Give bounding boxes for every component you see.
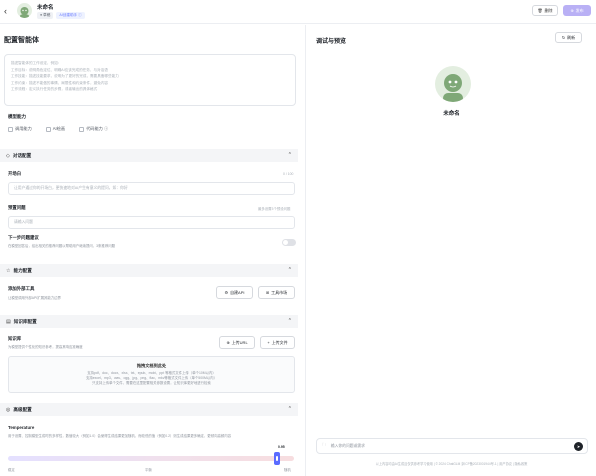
book-icon: ▤ (6, 318, 11, 325)
opening-label: 开场白 (8, 171, 22, 176)
prompt-placeholder-line: 工作流程：定义执行任务的步骤，或者输出的具体格式 (11, 87, 98, 91)
kb-desc: 为模型提供个性化的知识参考，提高其响应准确度 (8, 345, 83, 349)
chevron-up-icon[interactable]: ⌃ (288, 406, 292, 412)
preview-title: 调试与预览 (316, 39, 347, 45)
section-advanced[interactable]: ◎ 高级配置 ⌃ (0, 403, 298, 416)
dropzone-title: 拖拽文档到此处 (136, 363, 167, 368)
link-icon: ⊕ (226, 340, 230, 345)
next-question-label: 下一步问题建议 (8, 235, 39, 240)
app-name[interactable]: 未命名 (37, 3, 54, 11)
chat-input[interactable]: 🗀 输入你的问题或需求 ➤ (316, 438, 588, 454)
preset-hint: 最多设置3个预设问题 (258, 207, 291, 211)
section-title: 对话配置 (12, 152, 32, 158)
publish-label: 发布 (575, 7, 584, 13)
config-title: 配置智能体 (4, 37, 39, 44)
tool-desc: 让模型调用外部API扩展其能力边界 (8, 296, 61, 300)
bot-avatar-icon (20, 7, 29, 18)
scale-balanced: 平衡 (145, 468, 152, 472)
checkbox-icon[interactable] (8, 126, 13, 132)
chevron-up-icon[interactable]: ⌃ (288, 267, 292, 273)
publish-button[interactable]: ⊕ 发布 (563, 5, 591, 16)
opening-input[interactable]: 让用户通过你的开场白，更快速地对AI产生有意义的提问，如：你好 (8, 182, 295, 195)
draft-badge: ● 草稿 (37, 12, 54, 19)
refresh-button[interactable]: ↻ 刷新 (555, 32, 582, 43)
button-label: 自建API (230, 289, 245, 295)
capability-label: 模型能力 (8, 114, 26, 119)
section-knowledge[interactable]: ▤ 知识库配置 ⌃ (0, 315, 298, 328)
upload-url-button[interactable]: ⊕ 上传URL (219, 336, 255, 349)
preview-panel: 调试与预览 ↻ 刷新 未命名 🗀 输入你的问题或需求 ➤ 以上内容均由AI生成且… (307, 25, 596, 476)
tool-market-button[interactable]: ⊞ 工具市场 (258, 286, 295, 299)
capability-checkbox[interactable]: 调用能力 (8, 126, 32, 132)
grid-icon: ⊞ (265, 290, 270, 295)
refresh-icon: ↻ (561, 35, 566, 40)
section-title: 高级配置 (13, 406, 32, 412)
ai-assistant-badge[interactable]: AI创建助手 ⓘ (56, 12, 85, 19)
capability-checkbox[interactable]: 代码能力 ⓘ (79, 126, 108, 132)
plus-icon: + (267, 340, 270, 345)
scale-stable: 稳定 (8, 468, 15, 472)
kb-label: 知识库 (8, 336, 22, 341)
chevron-up-icon[interactable]: ⌃ (288, 318, 292, 324)
settings-icon: ◎ (6, 406, 11, 413)
temperature-value: 0.95 (278, 445, 285, 449)
chat-placeholder: 输入你的问题或需求 (330, 443, 365, 448)
dropzone-hint: 只支持上传单个文件，需要在这里配置相关参数设置，让知识库更好地进行检索 (92, 381, 211, 385)
opening-placeholder: 让用户通过你的开场白，更快速地对AI产生有意义的提问，如：你好 (14, 186, 128, 190)
section-dialog[interactable]: ◇ 对话配置 ⌃ (0, 149, 298, 162)
publish-icon: ⊕ (570, 8, 574, 13)
temperature-label: Temperature (8, 425, 35, 430)
capability-name: 调用能力 (15, 126, 32, 131)
bot-name: 未命名 (443, 111, 460, 117)
scale-random: 随机 (284, 468, 291, 472)
config-panel: 配置智能体 描述智能体的工作设定，例如： 工作目标：说明角色定位、明确AI应该完… (0, 25, 306, 476)
capability-name: 代码能力 ⓘ (86, 126, 109, 131)
opening-count: 0 / 100 (283, 172, 294, 176)
checkbox-icon[interactable] (45, 126, 51, 132)
upload-file-button[interactable]: + 上传文件 (260, 336, 295, 349)
checkbox-icon[interactable] (79, 126, 85, 132)
slider-handle[interactable] (274, 452, 280, 465)
preset-placeholder: 请输入问题 (14, 220, 33, 224)
chevron-up-icon[interactable]: ⌃ (288, 152, 292, 158)
button-label: 上传文件 (271, 339, 288, 345)
section-skills[interactable]: ☆ 能力配置 ⌃ (0, 264, 298, 277)
delete-button[interactable]: 🗑 删除 (532, 5, 558, 16)
avatar (17, 3, 32, 18)
temperature-slider[interactable] (8, 456, 294, 461)
next-question-desc: 在模型回答后，给出相关的推荐问题以帮助用户继续提问，3条推荐问题 (8, 244, 115, 248)
button-label: 上传URL (231, 339, 248, 345)
star-icon: ☆ (6, 267, 11, 274)
trash-icon: 🗑 (537, 8, 543, 13)
send-icon[interactable]: ➤ (574, 442, 583, 451)
temperature-desc: 用于设置、控制模型生成时的多样性，数值较大（例如1.0）会使得生成结果更加随机，… (8, 434, 232, 438)
capability-checkbox[interactable]: AI绘画 (45, 126, 66, 132)
capability-name: AI绘画 (52, 126, 66, 131)
chevron-left-icon[interactable]: ‹ (4, 6, 7, 16)
section-title: 能力配置 (13, 267, 32, 273)
button-label: 工具市场 (271, 289, 288, 295)
delete-label: 删除 (544, 7, 553, 13)
diamond-icon: ◇ (6, 152, 10, 159)
next-question-toggle[interactable] (282, 239, 296, 246)
prompt-textarea[interactable]: 描述智能体的工作设定，例如： 工作目标：说明角色定位、明确AI应该完成的任务，与… (4, 54, 296, 106)
folder-icon[interactable]: 🗀 (322, 443, 326, 449)
preset-input[interactable]: 请输入问题 (8, 216, 295, 229)
refresh-label: 刷新 (567, 34, 576, 40)
section-title: 知识库配置 (13, 318, 37, 324)
tool-label: 添加外部工具 (8, 286, 35, 291)
footer-text: 以上内容均由AI生成且仅供参考学习使用 | © 2024 ChatGLM 京IC… (375, 462, 528, 466)
top-bar: ‹ 未命名 ● 草稿 AI创建助手 ⓘ 🗑 删除 ⊕ 发布 (0, 0, 596, 24)
custom-api-button[interactable]: ⚙ 自建API (216, 286, 253, 299)
bot-avatar-icon (443, 74, 463, 102)
bot-avatar (435, 66, 471, 102)
file-dropzone[interactable]: 拖拽文档到此处 支持pdf、doc、docx、xlsx、txt、epub、mob… (8, 356, 295, 393)
preset-label: 预置问题 (8, 205, 26, 210)
gear-icon: ⚙ (224, 290, 229, 295)
